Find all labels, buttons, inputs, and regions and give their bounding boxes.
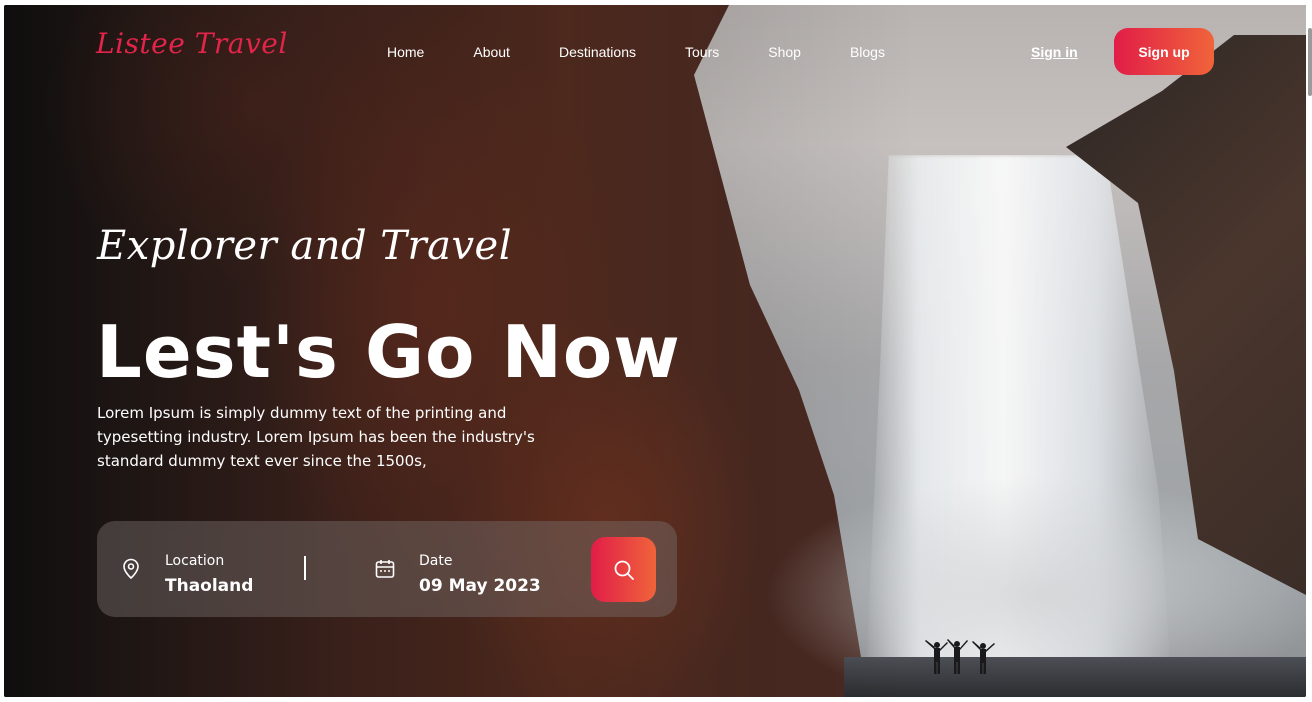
nav-item-blogs[interactable]: Blogs [850, 44, 885, 60]
calendar-icon [375, 560, 395, 578]
hero-headline: Lest's Go Now [96, 310, 681, 394]
brand-logo[interactable]: Listee Travel [96, 27, 288, 60]
date-value[interactable]: 09 May 2023 [419, 576, 541, 596]
date-label: Date [419, 553, 453, 569]
nav-item-home[interactable]: Home [387, 44, 424, 60]
scrollbar[interactable] [1308, 28, 1312, 96]
search-button[interactable] [591, 537, 656, 602]
hero-tagline: Explorer and Travel [97, 223, 513, 269]
nav-item-destinations[interactable]: Destinations [559, 44, 636, 60]
nav-item-tours[interactable]: Tours [685, 44, 719, 60]
hero-section: Listee Travel Home About Destinations To… [4, 5, 1306, 697]
nav-item-about[interactable]: About [473, 44, 510, 60]
hero-description: Lorem Ipsum is simply dummy text of the … [97, 404, 535, 470]
nav-item-shop[interactable]: Shop [768, 44, 801, 60]
field-divider [304, 556, 306, 580]
sign-in-link[interactable]: Sign in [1031, 44, 1078, 60]
location-value[interactable]: Thaoland [165, 576, 253, 596]
main-nav: Home About Destinations Tours Shop Blogs [387, 44, 934, 60]
search-icon [614, 560, 634, 580]
sign-up-button[interactable]: Sign up [1114, 28, 1214, 75]
search-bar: Location Thaoland Date 09 May 2023 [97, 521, 677, 617]
map-pin-icon [123, 558, 139, 580]
location-label: Location [165, 553, 225, 569]
